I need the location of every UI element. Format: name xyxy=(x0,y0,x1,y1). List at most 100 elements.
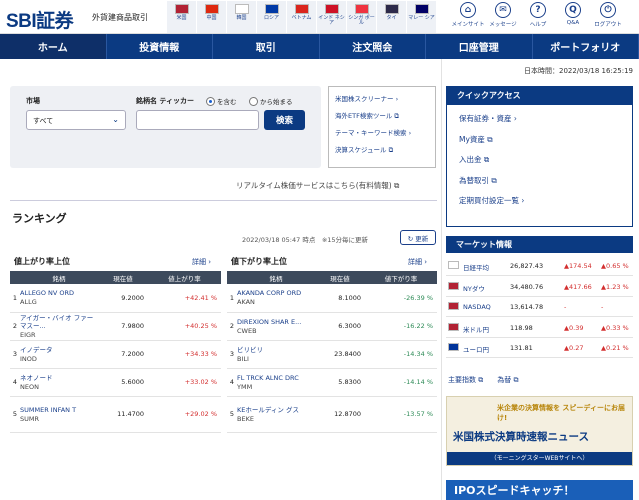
gainers-detail-link[interactable]: 詳細 › xyxy=(192,257,211,267)
quick-access-link[interactable]: 保有証券・資産 › xyxy=(447,109,632,130)
stock-name[interactable]: FL TRCK ALNC DRC xyxy=(237,374,315,382)
utility-message-button[interactable]: ✉ メッセージ xyxy=(487,2,519,28)
stock-cell[interactable]: ALLEGO NV ORD ALLG xyxy=(20,284,98,313)
radio-contains[interactable]: を含む xyxy=(206,96,237,106)
radio-starts-with[interactable]: から始まる xyxy=(249,96,293,106)
stock-cell[interactable]: アイガー・バイオ ファーマスー... EIGR xyxy=(20,312,98,341)
country-tab-1[interactable]: 中国 xyxy=(197,1,226,33)
country-label: ロシア xyxy=(263,15,279,21)
home-icon: ⌂ xyxy=(460,2,476,18)
market-links[interactable]: 主要指数 ⧉ 為替 ⧉ xyxy=(448,375,518,385)
nav-tab-3[interactable]: 注文照会 xyxy=(320,34,426,59)
nav-tab-2[interactable]: 取引 xyxy=(213,34,320,59)
stock-cell[interactable]: AKANDA CORP ORD AKAN xyxy=(237,284,315,313)
country-tab-7[interactable]: タイ xyxy=(377,1,406,33)
search-panel: 市場 すべて ⌄ 銘柄名 ティッカー を含む から始まる 検索 xyxy=(10,86,321,168)
stock-name[interactable]: SUMMER INFAN T xyxy=(20,406,98,414)
country-label: 米国 xyxy=(176,15,187,21)
table-row[interactable]: 2 DIREXION SHAR E... CWEB 6.3000 -16.22 % xyxy=(227,312,437,341)
stock-cell[interactable]: ビリビリ BILI xyxy=(237,340,315,369)
change-percent: +42.41 % xyxy=(148,284,221,313)
nav-tab-1[interactable]: 投資情報 xyxy=(107,34,213,59)
tool-link[interactable]: テーマ・キーワード検索 › xyxy=(335,127,429,144)
market-value: 34,480.76 xyxy=(510,282,544,291)
nav-tab-5[interactable]: ポートフォリオ xyxy=(533,34,639,59)
ticker-code: AKAN xyxy=(237,298,255,307)
us-flag xyxy=(174,4,189,14)
tool-links: 米国株スクリーナー › 海外ETF検索ツール ⧉ テーマ・キーワード検索 › 決算スケ… xyxy=(328,86,436,168)
rank-number: 2 xyxy=(227,312,237,341)
country-tab-5[interactable]: インド ネシア xyxy=(317,1,346,33)
column-header xyxy=(10,271,20,284)
stock-cell[interactable]: KEホールディン グス BEKE xyxy=(237,396,315,433)
market-row[interactable]: ユーロ円 131.81 ▲0.27 ▲0.21 % xyxy=(446,338,633,358)
current-price: 23.8400 xyxy=(315,340,365,369)
symbol-search-input[interactable] xyxy=(136,110,259,130)
nav-tab-4[interactable]: 口座管理 xyxy=(426,34,533,59)
country-tab-0[interactable]: 米国 xyxy=(167,1,196,33)
country-tab-3[interactable]: ロシア xyxy=(257,1,286,33)
table-row[interactable]: 3 イノデータ INOD 7.2000 +34.33 % xyxy=(10,340,221,369)
quick-access-link[interactable]: 定期買付設定一覧 › xyxy=(447,191,632,212)
quick-access-link[interactable]: 入出金 ⧉ xyxy=(447,150,632,171)
market-select[interactable]: すべて ⌄ xyxy=(26,110,126,130)
market-row[interactable]: 米ドル円 118.98 ▲0.39 ▲0.33 % xyxy=(446,318,633,338)
market-row[interactable]: 日経平均 26,827.43 ▲174.54 ▲0.65 % xyxy=(446,256,633,276)
ipo-banner[interactable]: IPOスピードキャッチ！ xyxy=(446,480,633,500)
singapore-flag xyxy=(354,4,369,14)
country-tab-2[interactable]: 韓国 xyxy=(227,1,256,33)
utility-home-button[interactable]: ⌂ メインサイト xyxy=(452,2,485,28)
stock-name[interactable]: ALLEGO NV ORD xyxy=(20,289,98,297)
quick-access-link[interactable]: 為替取引 ⧉ xyxy=(447,171,632,192)
country-tab-6[interactable]: シンガ ポール xyxy=(347,1,376,33)
utility-qa-button[interactable]: Q Q&A xyxy=(557,2,589,26)
country-label: タイ xyxy=(386,15,397,21)
losers-detail-link[interactable]: 詳細 › xyxy=(408,257,427,267)
stock-name[interactable]: KEホールディン グス xyxy=(237,406,315,414)
symbol-label: 銘柄名 ティッカー xyxy=(136,97,195,105)
earnings-news-banner[interactable]: 米企業の決算情報を スピーディーにお届け! 米国株式決算時速報ニュース （モーニ… xyxy=(446,396,633,466)
market-flag-icon xyxy=(448,343,459,351)
qa-icon: Q xyxy=(565,2,581,18)
tool-link[interactable]: 海外ETF検索ツール ⧉ xyxy=(335,110,429,127)
table-row[interactable]: 3 ビリビリ BILI 23.8400 -14.34 % xyxy=(227,340,437,369)
stock-name[interactable]: アイガー・バイオ ファーマスー... xyxy=(20,314,98,330)
quick-access-link[interactable]: My資産 ⧉ xyxy=(447,130,632,151)
update-button[interactable]: ↻ 更新 xyxy=(400,230,436,245)
japan-time: 日本時間：2022/03/18 16:25:19 xyxy=(523,67,633,75)
utility-logout-button[interactable]: ⏻ ログアウト xyxy=(592,2,624,28)
country-tab-4[interactable]: ベトナム xyxy=(287,1,316,33)
country-label: インド ネシア xyxy=(318,15,345,26)
table-row[interactable]: 2 アイガー・バイオ ファーマスー... EIGR 7.9800 +40.25 % xyxy=(10,312,221,341)
utility-label: ログアウト xyxy=(594,22,622,28)
market-row[interactable]: NYダウ 34,480.76 ▲417.66 ▲1.23 % xyxy=(446,277,633,297)
nav-tab-0[interactable]: ホーム xyxy=(0,34,107,59)
search-button[interactable]: 検索 xyxy=(264,110,305,130)
stock-name[interactable]: DIREXION SHAR E... xyxy=(237,318,315,326)
tool-link[interactable]: 米国株スクリーナー › xyxy=(335,93,429,110)
table-row[interactable]: 5 SUMMER INFAN T SUMR 11.4700 +29.02 % xyxy=(10,396,221,433)
stock-cell[interactable]: FL TRCK ALNC DRC YMM xyxy=(237,368,315,397)
change-percent: +34.33 % xyxy=(148,340,221,369)
stock-cell[interactable]: イノデータ INOD xyxy=(20,340,98,369)
stock-name[interactable]: イノデータ xyxy=(20,346,98,354)
table-row[interactable]: 4 ネオノード NEON 5.6000 +33.02 % xyxy=(10,368,221,397)
stock-cell[interactable]: SUMMER INFAN T SUMR xyxy=(20,396,98,433)
stock-name[interactable]: ビリビリ xyxy=(237,346,315,354)
table-row[interactable]: 1 AKANDA CORP ORD AKAN 8.1000 -26.39 % xyxy=(227,284,437,313)
table-row[interactable]: 4 FL TRCK ALNC DRC YMM 5.8300 -14.14 % xyxy=(227,368,437,397)
change-percent: -14.34 % xyxy=(365,340,437,369)
table-row[interactable]: 1 ALLEGO NV ORD ALLG 9.2000 +42.41 % xyxy=(10,284,221,313)
stock-cell[interactable]: DIREXION SHAR E... CWEB xyxy=(237,312,315,341)
stock-name[interactable]: AKANDA CORP ORD xyxy=(237,289,315,297)
utility-help-button[interactable]: ? ヘルプ xyxy=(522,2,554,28)
stock-cell[interactable]: ネオノード NEON xyxy=(20,368,98,397)
country-label: ベトナム xyxy=(291,15,312,21)
stock-name[interactable]: ネオノード xyxy=(20,374,98,382)
tool-link[interactable]: 決算スケジュール ⧉ xyxy=(335,144,429,161)
market-row[interactable]: NASDAQ 13,614.78 - - xyxy=(446,297,633,317)
country-tab-8[interactable]: マレー シア xyxy=(407,1,436,33)
table-row[interactable]: 5 KEホールディン グス BEKE 12.8700 -13.57 % xyxy=(227,396,437,433)
sbi-logo[interactable]: SBI証券 xyxy=(6,6,74,33)
realtime-price-link[interactable]: リアルタイム株価サービスはこちら(有料情報) ⧉ xyxy=(236,180,399,191)
